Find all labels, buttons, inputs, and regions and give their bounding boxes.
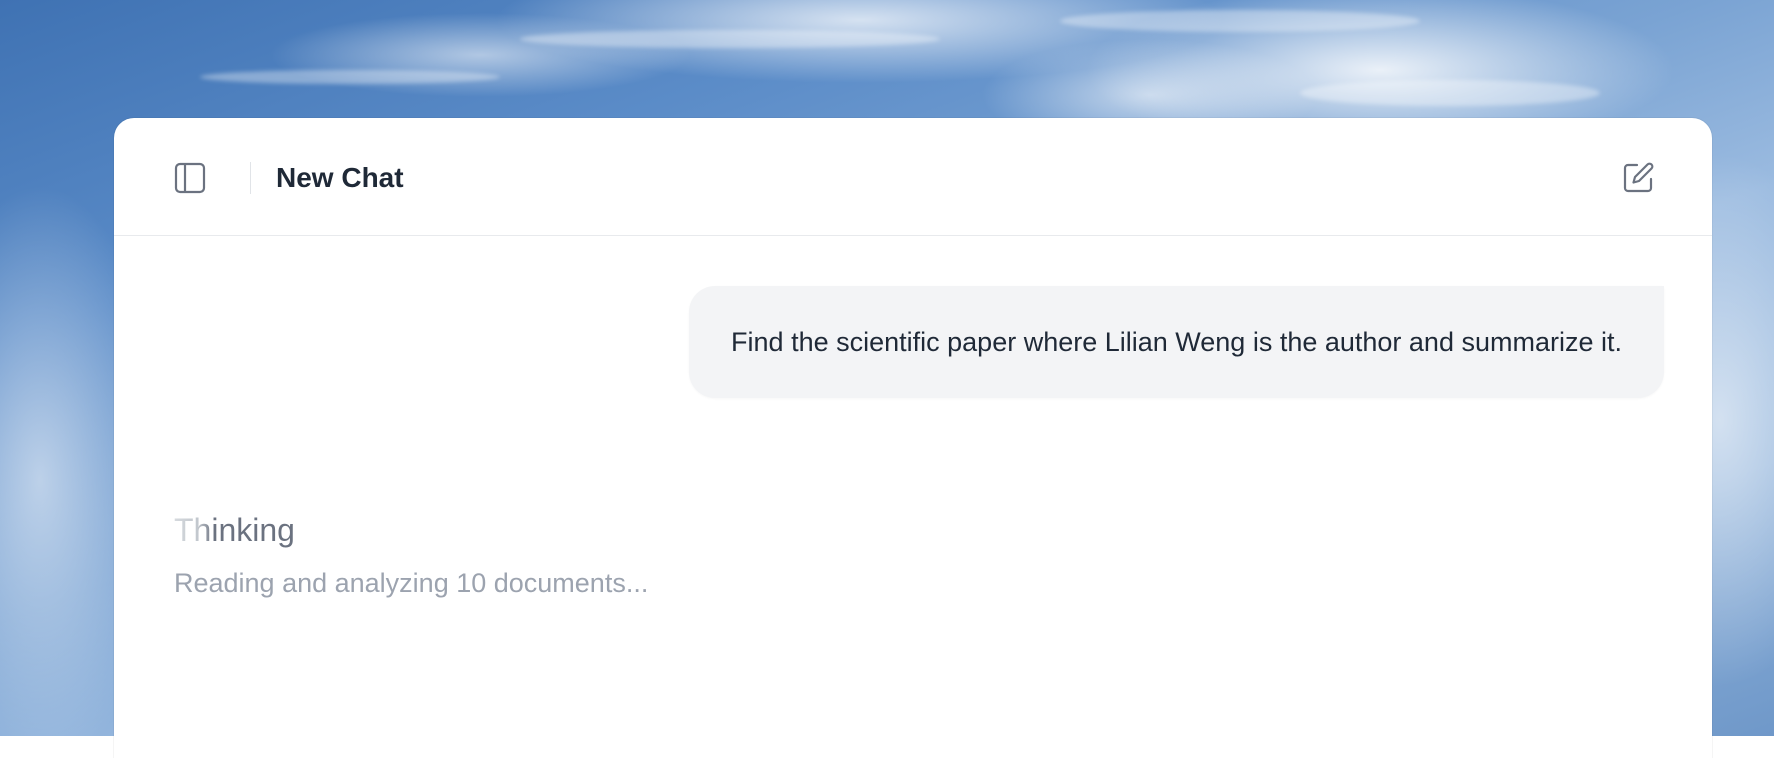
new-chat-button[interactable] bbox=[1620, 160, 1656, 196]
chat-header: New Chat bbox=[114, 118, 1712, 236]
cloud-streak bbox=[1060, 10, 1420, 32]
user-message-bubble: Find the scientific paper where Lilian W… bbox=[689, 286, 1664, 398]
cloud-streak bbox=[520, 30, 940, 48]
cloud-streak bbox=[200, 70, 500, 84]
user-message-text: Find the scientific paper where Lilian W… bbox=[731, 326, 1622, 357]
cloud-streak bbox=[1300, 80, 1600, 106]
edit-square-icon bbox=[1623, 162, 1654, 193]
sidebar-panel-icon bbox=[174, 162, 206, 194]
chat-title: New Chat bbox=[276, 162, 404, 193]
thinking-status-detail: Reading and analyzing 10 documents... bbox=[174, 568, 649, 598]
chat-window: New Chat Find the scientific paper where… bbox=[114, 118, 1712, 758]
header-divider bbox=[250, 162, 251, 194]
thinking-status-title: Thinking bbox=[174, 512, 295, 548]
sidebar-toggle-button[interactable] bbox=[174, 162, 206, 194]
